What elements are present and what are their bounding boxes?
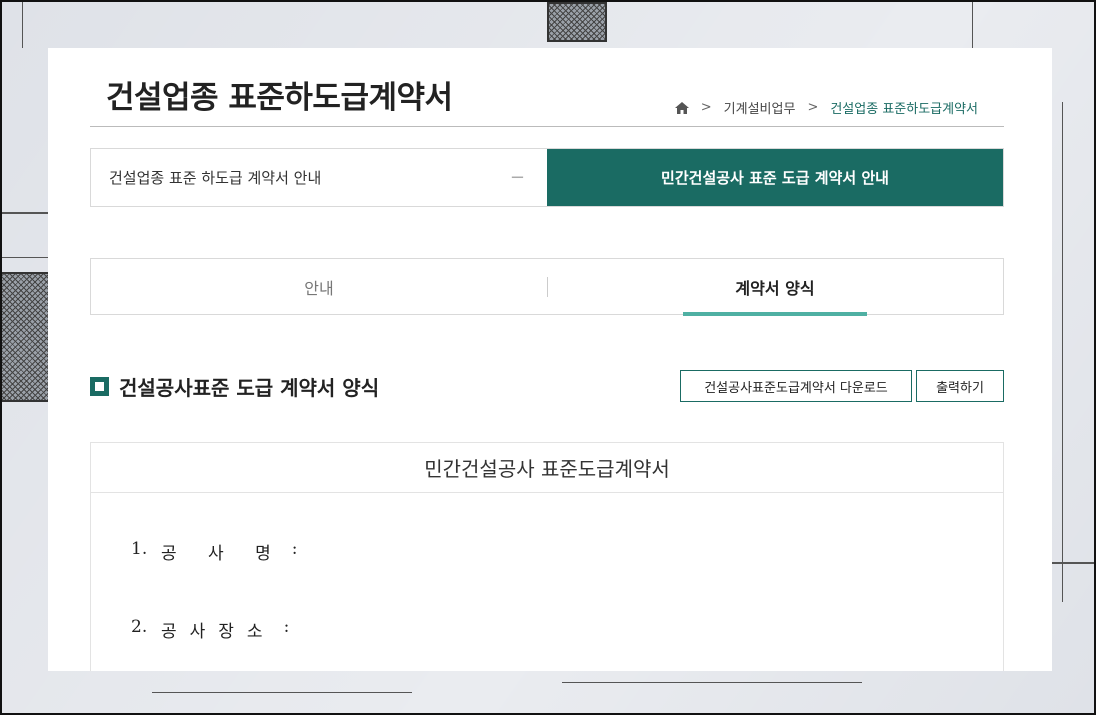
breadcrumb-item-current[interactable]: 건설업종 표준하도급계약서: [830, 98, 978, 117]
item-label: 공사장소: [161, 622, 276, 642]
form-heading: 건설공사표준 도급 계약서 양식: [90, 372, 379, 401]
chevron-right-icon: >: [807, 100, 819, 115]
tab-contract-form[interactable]: 계약서 양식: [547, 259, 1003, 314]
chevron-right-icon: >: [700, 100, 712, 115]
breadcrumb-item-machinery[interactable]: 기계설비업무: [724, 98, 796, 117]
form-heading-text: 건설공사표준 도급 계약서 양식: [119, 376, 380, 400]
item-colon: :: [283, 617, 290, 637]
section-square-icon: [90, 377, 109, 396]
contract-document: 민간건설공사 표준도급계약서 1. 공 사 명 : 2. 공사장소 :: [90, 442, 1004, 671]
document-item-project-location: 2. 공사장소 :: [131, 617, 289, 642]
blueprint-line: [2, 212, 48, 214]
item-label: 공 사 명: [161, 544, 284, 564]
blueprint-hatch: [547, 2, 607, 42]
blueprint-line: [1062, 102, 1063, 602]
print-button[interactable]: 출력하기: [916, 370, 1004, 402]
content-panel: 건설업종 표준하도급계약서 > 기계설비업무 > 건설업종 표준하도급계약서 건…: [48, 48, 1052, 671]
blueprint-line: [562, 682, 862, 683]
document-item-project-name: 1. 공 사 명 :: [131, 539, 297, 564]
blueprint-line: [2, 257, 48, 258]
document-title: 민간건설공사 표준도급계약서: [91, 443, 1003, 493]
blueprint-hatch: [2, 272, 50, 402]
screenshot-frame: 건설업종 표준하도급계약서 > 기계설비업무 > 건설업종 표준하도급계약서 건…: [0, 0, 1096, 715]
sub-tabs: 안내 계약서 양식: [90, 258, 1004, 315]
active-tab-indicator: [683, 312, 867, 316]
tab-subcontract-guide[interactable]: 건설업종 표준 하도급 계약서 안내 −: [91, 149, 547, 206]
blueprint-line: [1052, 562, 1094, 564]
tab-guide[interactable]: 안내: [91, 259, 547, 314]
item-colon: :: [291, 539, 298, 559]
blueprint-line: [22, 2, 23, 48]
home-icon[interactable]: [674, 101, 689, 114]
page-title: 건설업종 표준하도급계약서: [106, 80, 453, 116]
item-number: 2.: [131, 617, 148, 637]
item-number: 1.: [131, 539, 148, 559]
section-tabs: 건설업종 표준 하도급 계약서 안내 − 민간건설공사 표준 도급 계약서 안내: [90, 148, 1004, 207]
blueprint-line: [972, 2, 973, 48]
breadcrumb: > 기계설비업무 > 건설업종 표준하도급계약서: [674, 98, 978, 117]
blueprint-line: [152, 692, 412, 693]
download-button[interactable]: 건설공사표준도급계약서 다운로드: [680, 370, 912, 402]
minus-icon: −: [509, 167, 525, 188]
tab-private-construction-guide[interactable]: 민간건설공사 표준 도급 계약서 안내: [547, 149, 1003, 206]
tab-subcontract-guide-label: 건설업종 표준 하도급 계약서 안내: [109, 169, 322, 187]
title-divider: [90, 126, 1004, 127]
